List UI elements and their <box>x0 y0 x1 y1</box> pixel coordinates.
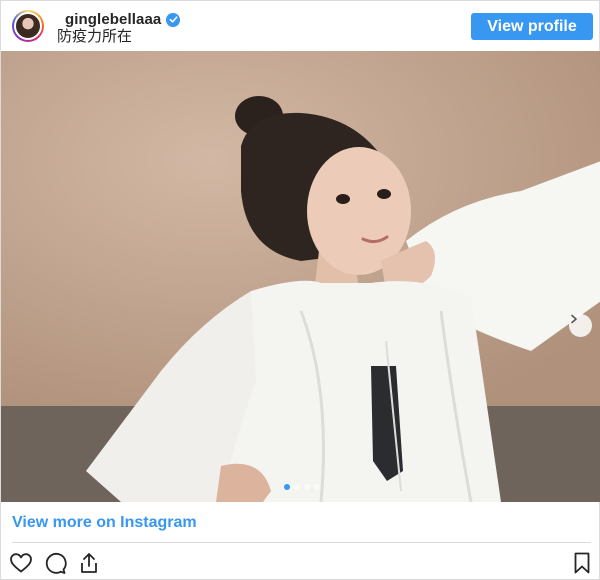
carousel-dot-2 <box>294 484 300 490</box>
next-slide-button[interactable] <box>569 314 592 337</box>
bookmark-icon[interactable] <box>570 551 594 575</box>
avatar-image <box>14 12 42 40</box>
instagram-embed: ginglebellaaa 防疫力所在 View profile View mo… <box>0 0 600 580</box>
avatar[interactable] <box>12 10 44 42</box>
comment-icon[interactable] <box>43 551 67 575</box>
view-more-link[interactable]: View more on Instagram <box>12 514 197 532</box>
view-profile-button[interactable]: View profile <box>471 13 593 40</box>
post-header: ginglebellaaa 防疫力所在 View profile <box>1 1 600 51</box>
carousel-dot-1 <box>284 484 290 490</box>
verified-badge-icon <box>166 12 181 27</box>
carousel-indicator <box>284 484 320 490</box>
action-bar <box>1 547 600 579</box>
footer-divider <box>12 542 591 543</box>
share-icon[interactable] <box>77 551 101 575</box>
chevron-right-icon <box>571 314 577 324</box>
post-caption: 防疫力所在 <box>57 27 133 45</box>
carousel-dot-3 <box>304 484 310 490</box>
photo-illustration <box>1 51 600 502</box>
heart-icon[interactable] <box>9 551 33 575</box>
carousel-dot-4 <box>314 484 320 490</box>
post-photo[interactable] <box>1 51 600 502</box>
